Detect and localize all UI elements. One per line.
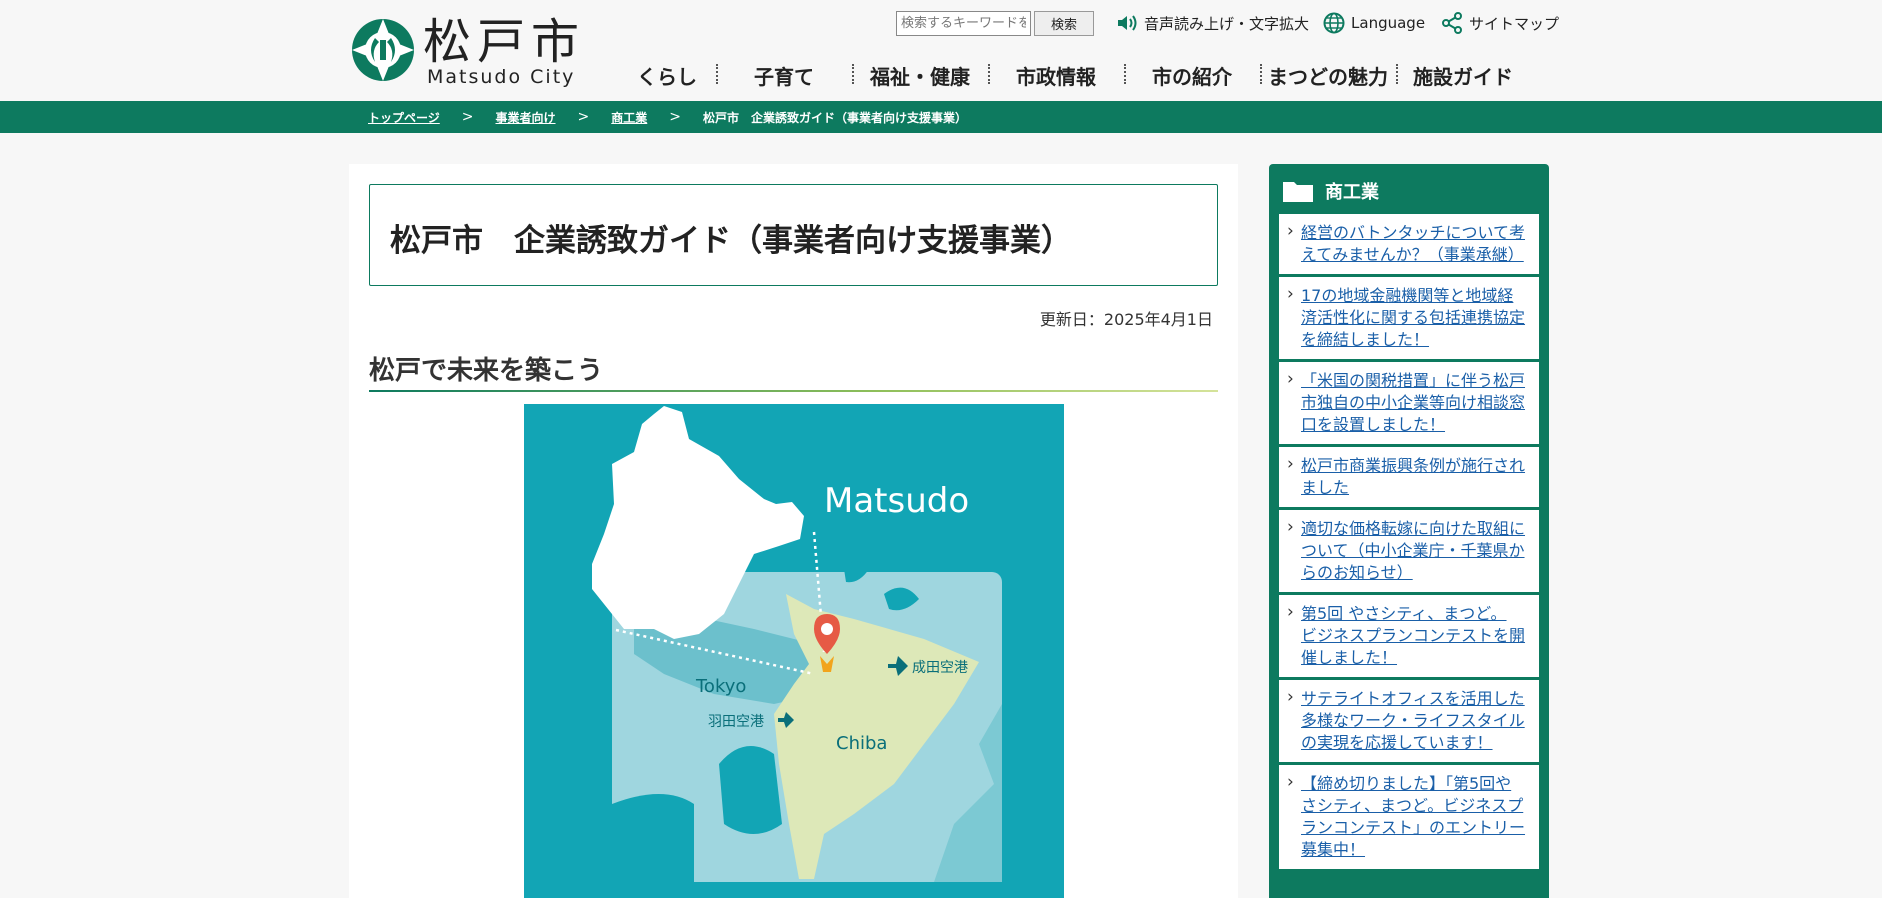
sidebar-item-link[interactable]: 適切な価格転嫁に向けた取組について（中小企業庁・千葉県からのお知らせ） bbox=[1301, 519, 1525, 582]
sidebar: 商工業 経営のバトンタッチについて考えてみませんか？（事業承継） 17の地域金融… bbox=[1269, 164, 1549, 898]
map-label-chiba: Chiba bbox=[836, 733, 887, 754]
gnav-shokai[interactable]: 市の紹介 bbox=[1124, 58, 1260, 92]
gnav-shisetsu[interactable]: 施設ガイド bbox=[1396, 58, 1530, 92]
breadcrumb-separator: > bbox=[577, 109, 590, 125]
breadcrumb-business[interactable]: 事業者向け bbox=[496, 109, 556, 126]
search-input[interactable] bbox=[896, 10, 1031, 36]
sidebar-item[interactable]: 【締め切りました】「第5回やさシティ、まつど。ビジネスプランコンテスト」のエント… bbox=[1279, 765, 1539, 869]
map-label-tokyo: Tokyo bbox=[695, 676, 746, 697]
language-label: Language bbox=[1351, 14, 1426, 32]
sidebar-item-link[interactable]: 第5回 やさシティ、まつど。 ビジネスプランコンテストを開催しました！ bbox=[1301, 604, 1525, 667]
sidebar-title: 商工業 bbox=[1325, 182, 1379, 203]
speech-zoom-link[interactable]: 音声読み上げ・文字拡大 bbox=[1116, 13, 1309, 34]
sidebar-item[interactable]: 経営のバトンタッチについて考えてみませんか？（事業承継） bbox=[1279, 214, 1539, 274]
sidebar-item[interactable]: 17の地域金融機関等と地域経済活性化に関する包括連携協定を締結しました！ bbox=[1279, 277, 1539, 359]
map-label-matsudo: Matsudo bbox=[824, 481, 969, 521]
breadcrumb-separator: > bbox=[669, 109, 681, 125]
sidebar-item-link[interactable]: 経営のバトンタッチについて考えてみませんか？（事業承継） bbox=[1301, 223, 1525, 264]
breadcrumb-bar: トップページ > 事業者向け > 商工業 > 松戸市 企業誘致ガイド（事業者向け… bbox=[0, 101, 1882, 133]
sidebar-heading: 商工業 bbox=[1283, 176, 1379, 206]
gnav-fukushi[interactable]: 福祉・健康 bbox=[852, 58, 988, 92]
language-link[interactable]: Language bbox=[1323, 12, 1425, 34]
sidebar-item-link[interactable]: サテライトオフィスを活用した多様なワーク・ライフスタイルの実現を応援しています！ bbox=[1301, 689, 1525, 752]
page-title: 松戸市 企業誘致ガイド（事業者向け支援事業） bbox=[390, 223, 1072, 259]
utility-bar: 検索 音声読み上げ・文字拡大 Language bbox=[896, 10, 1559, 36]
breadcrumb: トップページ > 事業者向け > 商工業 > 松戸市 企業誘致ガイド（事業者向け… bbox=[368, 101, 967, 133]
sidebar-item[interactable]: 第5回 やさシティ、まつど。 ビジネスプランコンテストを開催しました！ bbox=[1279, 595, 1539, 677]
sidebar-item[interactable]: 松戸市商業振興条例が施行されました bbox=[1279, 447, 1539, 507]
section-heading: 松戸で未来を築こう bbox=[369, 356, 604, 386]
title-box: 松戸市 企業誘致ガイド（事業者向け支援事業） bbox=[369, 184, 1218, 286]
speaker-icon bbox=[1118, 15, 1137, 31]
sidebar-item[interactable]: 適切な価格転嫁に向けた取組について（中小企業庁・千葉県からのお知らせ） bbox=[1279, 510, 1539, 592]
sidebar-item[interactable]: 「米国の関税措置」に伴う松戸市独自の中小企業等向け相談窓口を設置しました！ bbox=[1279, 362, 1539, 444]
breadcrumb-separator: > bbox=[461, 109, 474, 125]
sidebar-item-link[interactable]: 【締め切りました】「第5回やさシティ、まつど。ビジネスプランコンテスト」のエント… bbox=[1301, 774, 1525, 859]
updated-date: 更新日：2025年4月1日 bbox=[1039, 310, 1213, 329]
gnav-miryoku[interactable]: まつどの魅力 bbox=[1260, 58, 1396, 92]
breadcrumb-top[interactable]: トップページ bbox=[368, 109, 440, 126]
sidebar-item-link[interactable]: 「米国の関税措置」に伴う松戸市独自の中小企業等向け相談窓口を設置しました！ bbox=[1301, 371, 1525, 434]
sidebar-item-link[interactable]: 松戸市商業振興条例が施行されました bbox=[1301, 456, 1525, 497]
globe-icon bbox=[1323, 12, 1345, 34]
logo-name-en: Matsudo City bbox=[427, 66, 576, 88]
breadcrumb-current: 松戸市 企業誘致ガイド（事業者向け支援事業） bbox=[703, 110, 968, 125]
heading-underline bbox=[369, 390, 1218, 392]
breadcrumb-commerce[interactable]: 商工業 bbox=[611, 109, 647, 126]
map-label-haneda: 羽田空港 bbox=[708, 714, 764, 730]
folder-icon bbox=[1283, 182, 1313, 202]
global-nav: くらし 子育て 福祉・健康 市政情報 市の紹介 まつどの魅力 施設ガイド bbox=[618, 58, 1530, 92]
main-content: 松戸市 企業誘致ガイド（事業者向け支援事業） 更新日：2025年4月1日 松戸で… bbox=[349, 164, 1238, 898]
speech-zoom-label: 音声読み上げ・文字拡大 bbox=[1144, 14, 1310, 33]
sidebar-list: 経営のバトンタッチについて考えてみませんか？（事業承継） 17の地域金融機関等と… bbox=[1279, 214, 1539, 872]
city-emblem-icon bbox=[352, 19, 414, 81]
gnav-shisei[interactable]: 市政情報 bbox=[988, 58, 1124, 92]
sidebar-item-link[interactable]: 17の地域金融機関等と地域経済活性化に関する包括連携協定を締結しました！ bbox=[1301, 286, 1525, 349]
sitemap-label: サイトマップ bbox=[1469, 14, 1560, 33]
sitemap-link[interactable]: サイトマップ bbox=[1441, 12, 1559, 34]
map-label-narita: 成田空港 bbox=[912, 660, 968, 676]
gnav-kurashi[interactable]: くらし bbox=[618, 58, 716, 92]
sidebar-item[interactable]: サテライトオフィスを活用した多様なワーク・ライフスタイルの実現を応援しています！ bbox=[1279, 680, 1539, 762]
share-nodes-icon bbox=[1442, 12, 1463, 34]
logo-name-ja: 松戸市 bbox=[423, 14, 586, 70]
site-header: 松戸市 Matsudo City 検索 音声読み上げ・文字拡大 Language bbox=[0, 0, 1882, 101]
search-button[interactable]: 検索 bbox=[1034, 10, 1094, 36]
location-map-image: Matsudo Tokyo Chiba 成田空港 羽田空港 bbox=[524, 404, 1064, 898]
gnav-kosodate[interactable]: 子育て bbox=[716, 58, 852, 92]
site-logo[interactable]: 松戸市 Matsudo City bbox=[349, 14, 589, 88]
